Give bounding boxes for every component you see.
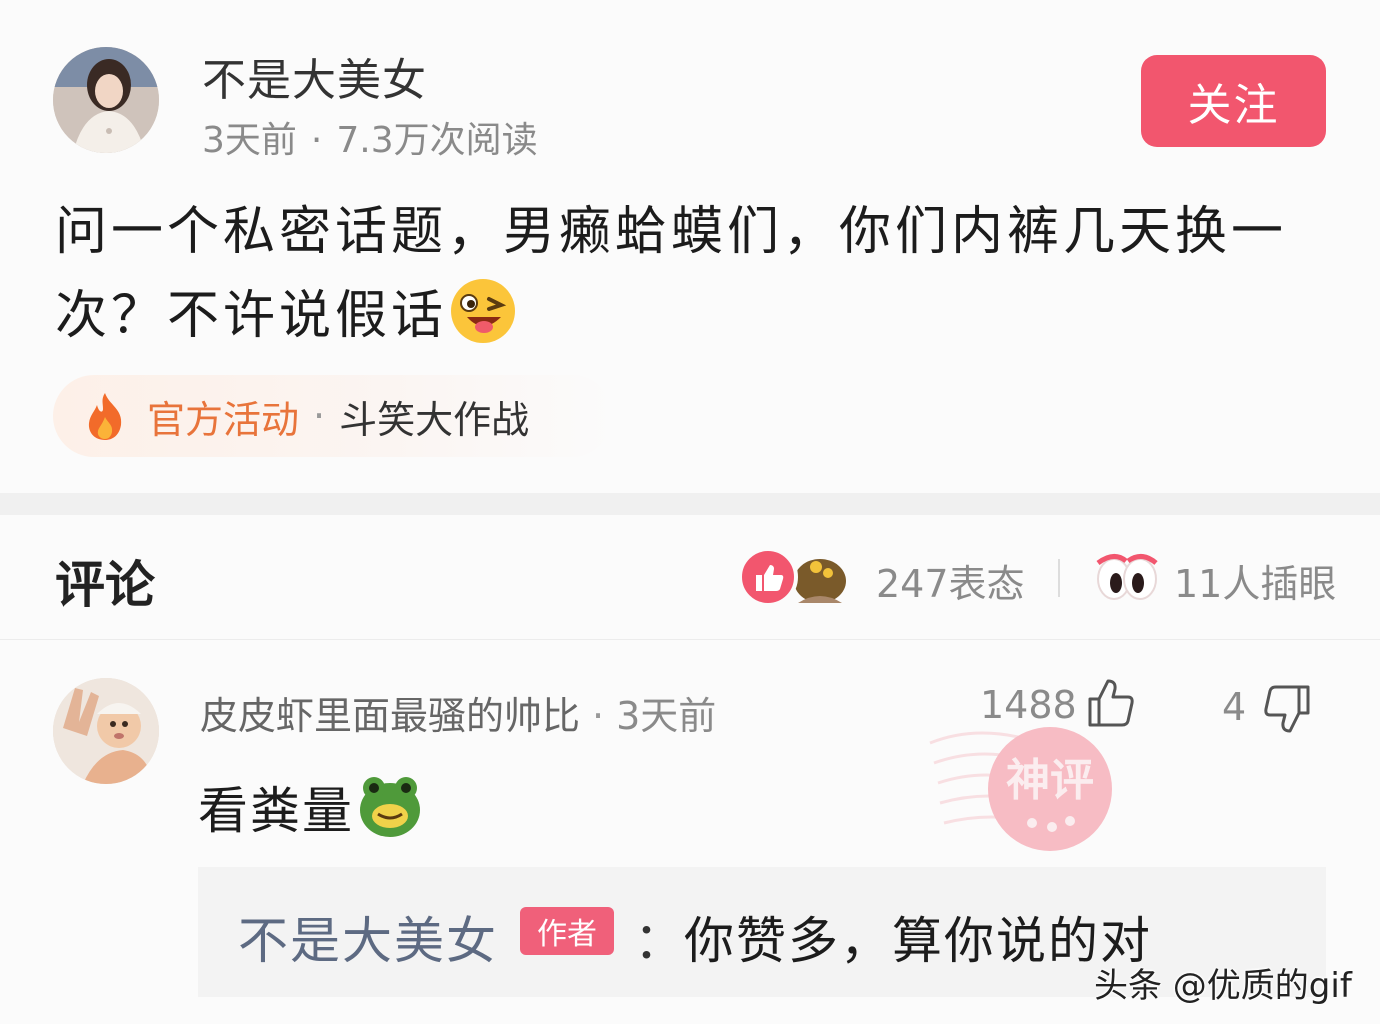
author-name[interactable]: 不是大美女 [202,44,427,108]
frog-emoji-icon [360,777,420,837]
comment-text: 看粪量 [198,782,354,840]
header-separator [1058,559,1060,597]
activity-separator: · [313,394,326,438]
comments-header: 评论 247表态 11人插眼 [0,515,1380,640]
post-card: 不是大美女 3天前 · 7.3万次阅读 关注 问一个私密话题，男癞蛤蟆们，你们内裤几… [0,0,1380,493]
comment-time: 3天前 [616,694,717,738]
commenter-avatar[interactable] [53,678,159,784]
dislike-count: 4 [1222,685,1247,729]
comments-title: 评论 [55,556,155,614]
post-time: 3天前 [202,120,297,161]
author-avatar[interactable] [53,47,159,153]
commenter-line: 皮皮虾里面最骚的帅比 · 3天前 [200,685,716,740]
hot-comment-stamp-icon: 神评 [929,727,1112,851]
page: 不是大美女 3天前 · 7.3万次阅读 关注 问一个私密话题，男癞蛤蟆们，你们内裤几… [0,0,1380,1024]
thumbs-down-icon[interactable] [1262,683,1312,735]
reply-colon: ： [634,912,684,970]
eyes-icon[interactable] [1096,553,1158,603]
author-badge: 作者 [520,907,614,955]
fire-icon [88,393,122,440]
stamp-text: 神评 [1006,755,1094,806]
post-meta: 3天前 · 7.3万次阅读 [202,111,538,163]
reaction-icons[interactable] [738,545,850,609]
reply-text: 你赞多，算你说的对 [684,912,1152,970]
activity-tag[interactable]: 官方活动 · 斗笑大作战 [53,375,613,457]
section-divider [0,493,1380,515]
activity-name: 斗笑大作战 [339,397,530,442]
comment-body: 看粪量 [198,771,424,843]
post-reads: 7.3万次阅读 [336,120,538,161]
post-body: 问一个私密话题，男癞蛤蟆们，你们内裤几天换一次？不许说假话 [55,190,1335,358]
follow-button[interactable]: 关注 [1141,55,1326,147]
watermark: 头条 @优质的gif [1094,966,1352,1006]
eyes-count[interactable]: 11人插眼 [1174,553,1336,608]
post-text: 问一个私密话题，男癞蛤蟆们，你们内裤几天换一次？不许说假话 [55,202,1288,346]
commenter-name[interactable]: 皮皮虾里面最骚的帅比 [200,694,580,738]
activity-official-label: 官方活动 [147,397,300,442]
reply-author-name[interactable]: 不是大美女 [238,901,498,973]
wink-tongue-emoji-icon [451,279,516,343]
meta-separator: · [310,120,323,161]
comment-separator: · [592,694,605,738]
reactions-count[interactable]: 247表态 [876,553,1025,608]
